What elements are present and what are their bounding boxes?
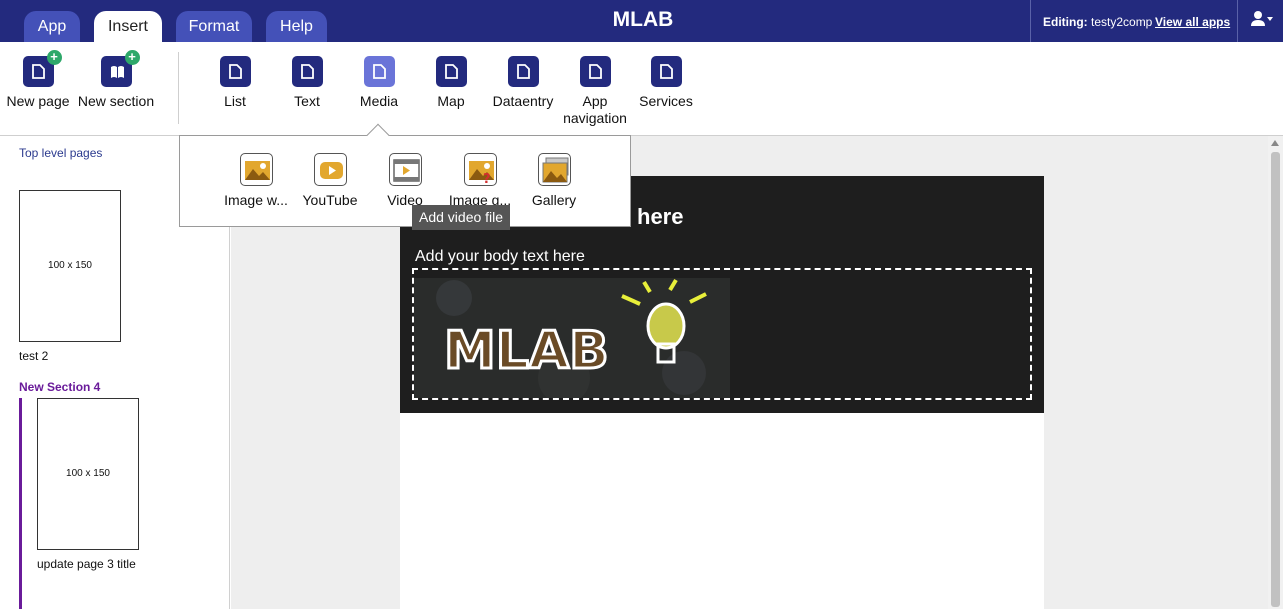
svg-text:MLAB: MLAB — [444, 321, 609, 381]
tab-format[interactable]: Format — [176, 11, 252, 42]
page-preview: here Add your body text here MLAB — [400, 176, 1044, 609]
user-dropdown-icon[interactable] — [1251, 10, 1275, 30]
list-label: List — [224, 93, 246, 109]
map-label: Map — [437, 93, 465, 109]
insert-map-button[interactable]: Map — [426, 56, 476, 110]
media-gallery-button[interactable]: Gallery — [516, 153, 592, 208]
tab-app[interactable]: App — [24, 11, 80, 42]
svg-text:?: ? — [483, 172, 491, 184]
text-label: Text — [294, 93, 320, 109]
page-title[interactable]: update page 3 title — [37, 557, 136, 571]
page-icon — [291, 56, 323, 87]
canvas-scrollbar[interactable] — [1268, 136, 1283, 609]
scroll-up-arrow[interactable] — [1271, 140, 1279, 146]
gallery-icon — [537, 153, 571, 186]
new-page-button[interactable]: + New page — [6, 50, 70, 110]
insert-text-button[interactable]: Text — [282, 56, 332, 110]
topbar-divider — [1030, 0, 1031, 42]
topbar-divider — [1237, 0, 1238, 42]
page-icon — [363, 56, 395, 87]
gallery-label: Gallery — [531, 192, 577, 208]
media-menu: Image w... YouTube Video ? Image g... Ga… — [179, 135, 631, 227]
media-image-button[interactable]: Image w... — [218, 153, 294, 208]
page-thumbnail[interactable]: 100 x 150 — [19, 190, 121, 342]
insert-list-button[interactable]: List — [210, 56, 260, 110]
page-icon — [219, 56, 251, 87]
page-thumbnail[interactable]: 100 x 150 — [37, 398, 139, 550]
top-bar: App Insert Format Help MLAB Editing: tes… — [0, 0, 1283, 42]
media-label: Media — [359, 93, 399, 109]
page-icon — [579, 56, 611, 87]
media-image-quiz-button[interactable]: ? Image g... — [442, 153, 518, 208]
plus-icon: + — [124, 50, 140, 65]
dataentry-label: Dataentry — [492, 93, 554, 109]
video-tooltip: Add video file — [412, 205, 511, 230]
heading-visible-text: here — [637, 204, 684, 229]
insert-services-button[interactable]: Services — [636, 56, 696, 110]
media-video-button[interactable]: Video — [367, 153, 443, 208]
image-icon — [239, 153, 273, 186]
services-label: Services — [639, 93, 693, 109]
scroll-thumb[interactable] — [1271, 152, 1280, 607]
editing-info: Editing: testy2comp — [1043, 15, 1152, 29]
page-icon — [507, 56, 539, 87]
image-quiz-icon: ? — [463, 153, 497, 186]
video-icon — [388, 153, 422, 186]
page-title[interactable]: test 2 — [19, 349, 48, 363]
new-section-label: New section — [77, 93, 155, 109]
ribbon-divider — [178, 52, 179, 124]
app-title: MLAB — [612, 8, 674, 31]
insert-app-navigation-button[interactable]: App navigation — [560, 56, 630, 127]
page-icon — [435, 56, 467, 87]
new-section-button[interactable]: + New section — [76, 50, 156, 110]
editing-app-name: testy2comp — [1091, 15, 1153, 29]
section-title[interactable]: New Section 4 — [19, 380, 100, 394]
new-section-icon: + — [100, 50, 140, 87]
new-page-icon: + — [22, 50, 62, 87]
page-icon — [650, 56, 682, 87]
tab-help[interactable]: Help — [266, 11, 327, 42]
editing-label: Editing: — [1043, 15, 1088, 29]
view-all-apps-link[interactable]: View all apps — [1155, 15, 1230, 29]
youtube-label: YouTube — [302, 192, 358, 208]
image-label: Image w... — [224, 192, 288, 208]
mlab-logo-image[interactable]: MLAB — [414, 278, 730, 398]
insert-ribbon: + New page + New section List Text Media… — [0, 42, 1283, 136]
media-youtube-button[interactable]: YouTube — [292, 153, 368, 208]
tab-insert[interactable]: Insert — [94, 11, 162, 42]
insert-dataentry-button[interactable]: Dataentry — [490, 56, 556, 110]
top-level-pages-title: Top level pages — [19, 146, 103, 160]
body-text[interactable]: Add your body text here — [415, 248, 585, 266]
app-navigation-label: App navigation — [563, 93, 627, 126]
plus-icon: + — [46, 50, 62, 65]
insert-media-button[interactable]: Media — [354, 56, 404, 110]
section-indicator — [19, 398, 22, 609]
youtube-icon — [313, 153, 347, 186]
new-page-label: New page — [6, 93, 70, 109]
